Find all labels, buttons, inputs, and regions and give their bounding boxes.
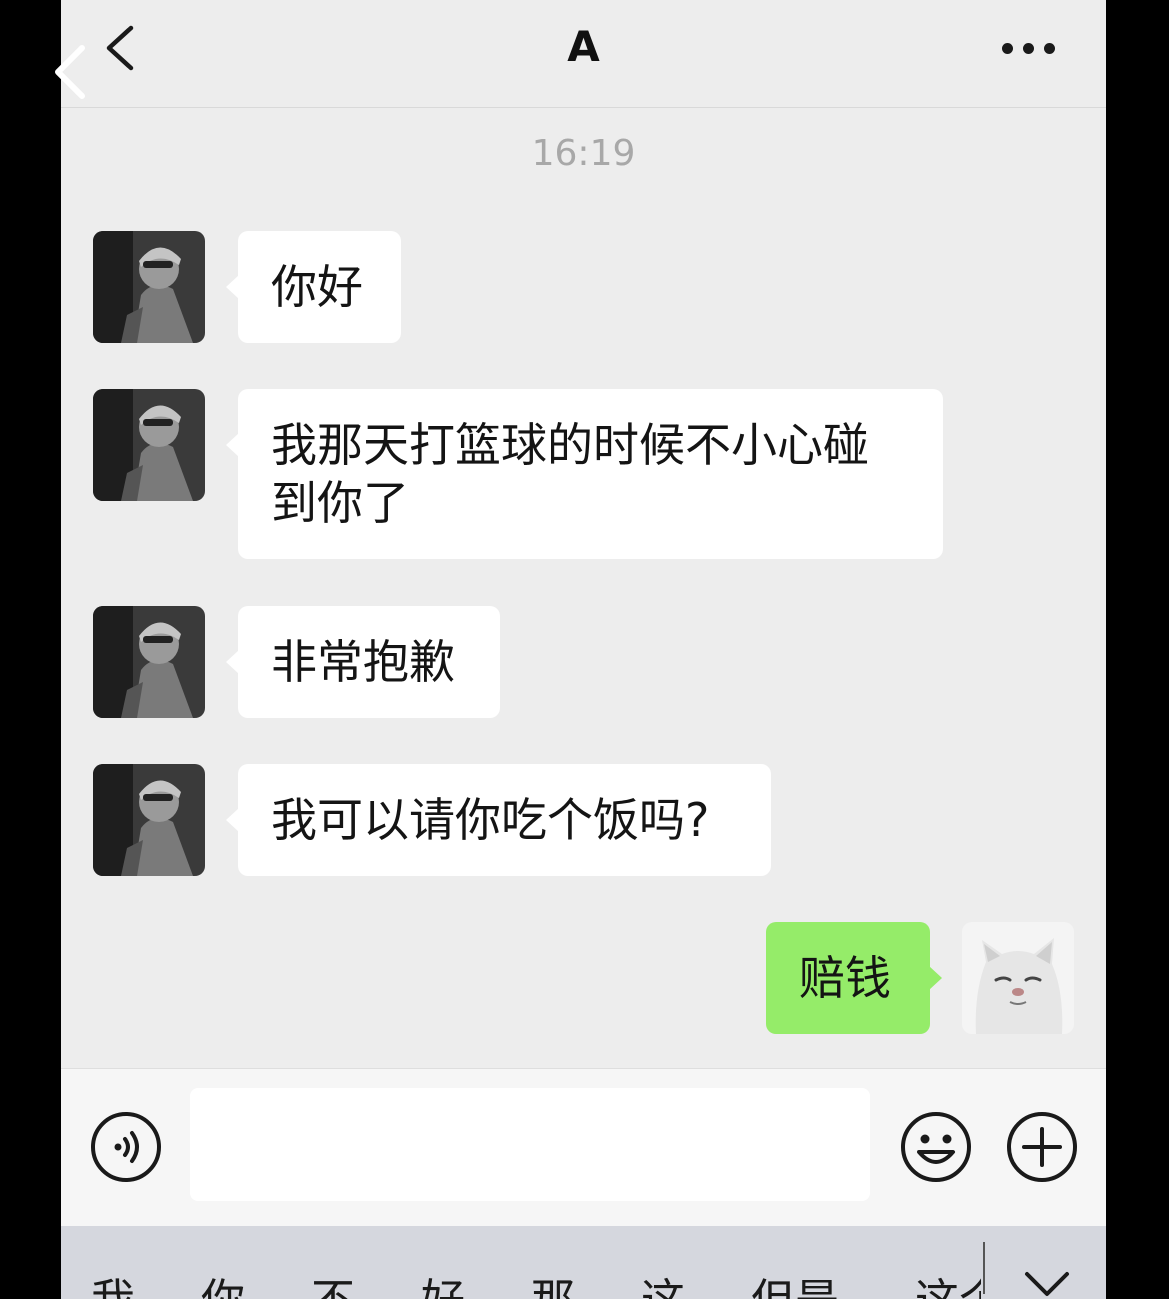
message-text: 我可以请你吃个饭吗? — [271, 793, 710, 847]
chat-header: A — [61, 0, 1106, 108]
candidate-divider — [983, 1242, 985, 1294]
message-input-bar — [61, 1068, 1106, 1227]
chevron-down-icon[interactable] — [1017, 1270, 1077, 1299]
chat-screen: A 16:19 你好 我那天打篮球的时候不小心碰 到你了 非常抱歉 我可以请你吃… — [61, 0, 1106, 1299]
contact-avatar[interactable] — [93, 606, 205, 718]
outgoing-message-bubble[interactable]: 赔钱 — [766, 922, 942, 1034]
message-text: 你好 — [271, 260, 363, 314]
message-text: 赔钱 — [799, 951, 891, 1005]
swipe-back-icon[interactable] — [48, 40, 92, 104]
candidate-word[interactable]: 我 — [91, 1264, 135, 1299]
candidate-word[interactable]: 这 — [641, 1264, 685, 1299]
candidate-word[interactable]: 好 — [421, 1264, 465, 1299]
candidate-word[interactable]: 不 — [311, 1264, 355, 1299]
candidate-word[interactable]: 那 — [531, 1264, 575, 1299]
message-text: 非常抱歉 — [271, 635, 455, 689]
message-text-line: 到你了 — [271, 476, 409, 530]
keyboard-candidate-bar: 我 你 不 好 那 这 但是 这个 — [61, 1226, 1106, 1299]
plus-icon[interactable] — [1005, 1110, 1079, 1184]
candidate-word[interactable]: 这个 — [915, 1264, 981, 1299]
contact-avatar[interactable] — [93, 231, 205, 343]
incoming-message-bubble[interactable]: 非常抱歉 — [226, 606, 500, 718]
message-text-line: 我那天打篮球的时候不小心碰 — [271, 418, 869, 472]
message-timestamp: 16:19 — [531, 133, 636, 174]
voice-icon[interactable] — [89, 1110, 163, 1184]
contact-avatar[interactable] — [93, 764, 205, 876]
emoji-icon[interactable] — [899, 1110, 973, 1184]
incoming-message-bubble[interactable]: 我那天打篮球的时候不小心碰 到你了 — [226, 389, 943, 559]
incoming-message-bubble[interactable]: 你好 — [226, 231, 401, 343]
chat-title[interactable]: A — [61, 22, 1106, 71]
incoming-message-bubble[interactable]: 我可以请你吃个饭吗? — [226, 764, 771, 876]
my-avatar[interactable] — [962, 922, 1074, 1034]
contact-avatar[interactable] — [93, 389, 205, 501]
more-dots-icon[interactable] — [999, 30, 1059, 66]
candidate-word[interactable]: 你 — [201, 1264, 245, 1299]
message-input[interactable] — [190, 1088, 870, 1201]
candidate-word[interactable]: 但是 — [751, 1264, 839, 1299]
